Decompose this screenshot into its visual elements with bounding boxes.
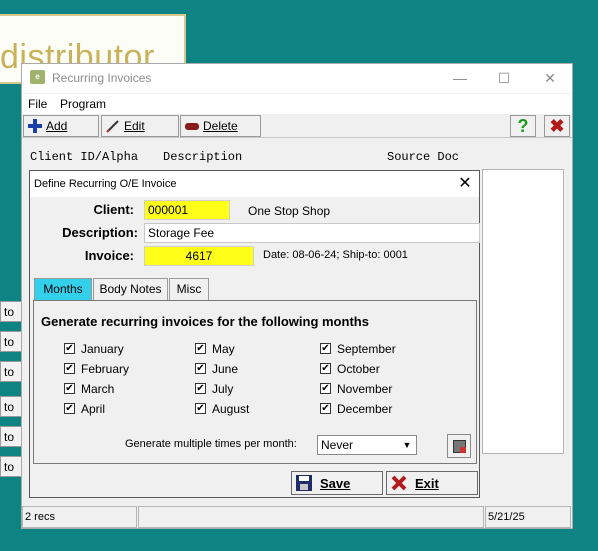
invoice-field[interactable]: 4617	[144, 246, 254, 266]
month-label: March	[81, 382, 115, 396]
checkbox[interactable]: ✔	[64, 343, 75, 354]
invoice-info: Date: 08-06-24; Ship-to: 0001	[263, 249, 408, 261]
checkbox[interactable]: ✔	[320, 343, 331, 354]
multiple-times-select[interactable]: Never ▼	[317, 435, 417, 455]
month-label: April	[81, 402, 106, 416]
help-button[interactable]: ?	[510, 115, 536, 137]
chevron-down-icon[interactable]: ▼	[400, 438, 414, 452]
client-name: One Stop Shop	[248, 204, 331, 218]
define-recurring-invoice-dialog: Define Recurring O/E Invoice ✕ Client: 0…	[29, 170, 480, 498]
month-label: December	[337, 402, 393, 416]
save-button-label: Save	[320, 476, 351, 491]
record-list[interactable]	[482, 169, 564, 454]
schedule-options-button[interactable]	[447, 434, 471, 458]
checkbox[interactable]: ✔	[320, 363, 331, 374]
months-panel: Generate recurring invoices for the foll…	[33, 300, 477, 464]
client-label: Client:	[93, 202, 134, 217]
status-bar: 2 recs 5/21/25	[22, 506, 572, 528]
floppy-disk-icon	[296, 475, 312, 491]
pencil-icon	[106, 119, 122, 133]
month-label: August	[212, 402, 250, 416]
checkbox[interactable]: ✔	[195, 343, 206, 354]
add-button[interactable]: Add	[23, 115, 99, 137]
column-client-id[interactable]: Client ID/Alpha	[30, 150, 138, 164]
toolbar: Add Edit Delete ? ✖	[22, 114, 572, 138]
edit-button[interactable]: Edit	[101, 115, 179, 137]
calendar-icon	[453, 440, 466, 453]
status-message	[138, 506, 484, 528]
checkbox[interactable]: ✔	[195, 363, 206, 374]
months-heading: Generate recurring invoices for the foll…	[41, 314, 369, 329]
multiple-times-label: Generate multiple times per month:	[125, 438, 297, 450]
tab-months[interactable]: Months	[34, 278, 92, 302]
month-label: July	[212, 382, 234, 396]
red-x-icon	[391, 475, 407, 491]
delete-button[interactable]: Delete	[180, 115, 261, 137]
checkbox[interactable]: ✔	[64, 363, 75, 374]
description-label: Description:	[62, 225, 138, 240]
checkbox[interactable]: ✔	[195, 383, 206, 394]
plus-icon	[28, 119, 44, 133]
month-label: September	[337, 342, 396, 356]
tab-misc[interactable]: Misc	[169, 278, 209, 301]
minimize-button[interactable]: —	[438, 67, 482, 89]
month-label: October	[337, 362, 380, 376]
month-label: January	[81, 342, 124, 356]
month-label: November	[337, 382, 393, 396]
app-icon: e	[30, 70, 45, 84]
month-label: June	[212, 362, 239, 376]
menu-file[interactable]: File	[28, 97, 47, 111]
close-toolbar-button[interactable]: ✖	[544, 115, 570, 137]
column-source-doc[interactable]: Source Doc	[387, 150, 459, 164]
checkbox[interactable]: ✔	[64, 403, 75, 414]
edit-button-label: Edit	[124, 119, 145, 133]
multiple-times-value: Never	[321, 438, 354, 452]
record-count: 2 recs	[22, 506, 137, 528]
window-close-button[interactable]: ✕	[528, 67, 572, 89]
maximize-button[interactable]: ☐	[482, 67, 526, 89]
client-field[interactable]: 000001	[144, 200, 230, 220]
menu-program[interactable]: Program	[60, 97, 106, 111]
delete-button-label: Delete	[203, 119, 238, 133]
dialog-titlebar[interactable]: Define Recurring O/E Invoice ✕	[30, 171, 479, 197]
dialog-title: Define Recurring O/E Invoice	[34, 178, 177, 190]
checkbox[interactable]: ✔	[195, 403, 206, 414]
tab-body-notes[interactable]: Body Notes	[93, 278, 168, 301]
month-label: May	[212, 342, 235, 356]
status-date: 5/21/25	[485, 506, 571, 528]
window-titlebar[interactable]: e Recurring Invoices — ☐ ✕	[22, 64, 572, 93]
description-field[interactable]: Storage Fee	[144, 223, 480, 243]
dialog-close-button[interactable]: ✕	[453, 174, 477, 194]
save-button[interactable]: Save	[291, 471, 383, 495]
checkbox[interactable]: ✔	[64, 383, 75, 394]
checkbox[interactable]: ✔	[320, 383, 331, 394]
window-title: Recurring Invoices	[52, 71, 152, 85]
column-description[interactable]: Description	[163, 150, 242, 164]
month-label: February	[81, 362, 130, 376]
menu-bar: File Program	[22, 94, 572, 114]
exit-button[interactable]: Exit	[386, 471, 478, 495]
add-button-label: Add	[46, 119, 68, 133]
eraser-icon	[185, 119, 201, 133]
checkbox[interactable]: ✔	[320, 403, 331, 414]
invoice-label: Invoice:	[84, 248, 134, 263]
exit-button-label: Exit	[415, 476, 439, 491]
